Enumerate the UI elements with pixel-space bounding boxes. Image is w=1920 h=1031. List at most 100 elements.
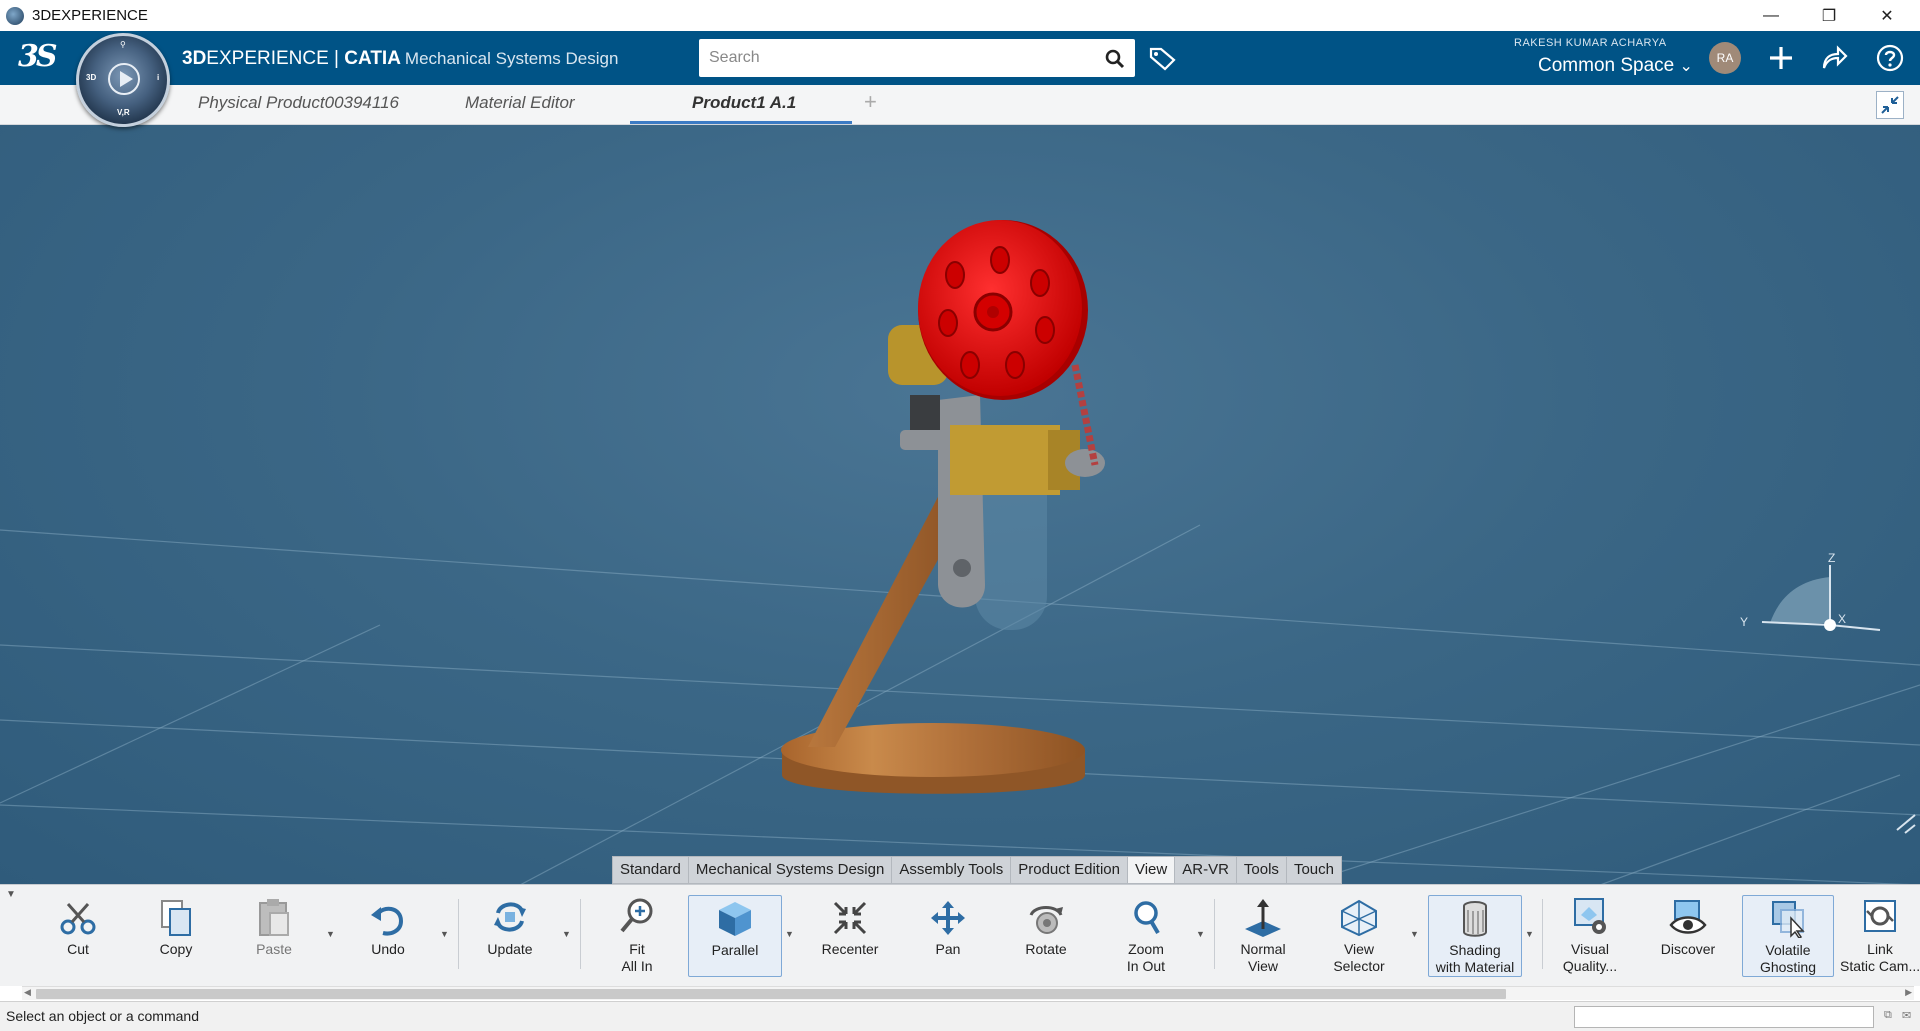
paste-icon xyxy=(259,899,289,936)
undo-icon xyxy=(371,906,404,936)
visual-quality-label-1: Visual xyxy=(1571,941,1609,957)
add-tab-button[interactable]: + xyxy=(864,89,877,115)
undo-button[interactable]: Undo xyxy=(350,895,426,977)
shading-label-2: with Material xyxy=(1435,959,1515,975)
scrollbar-thumb[interactable] xyxy=(36,989,1506,999)
normal-view-label-2: View xyxy=(1247,958,1279,974)
status-message: Select an object or a command xyxy=(6,1008,199,1024)
pan-button[interactable]: Pan xyxy=(908,895,988,977)
undo-dropdown-icon[interactable]: ▼ xyxy=(440,929,449,939)
section-tab-product-edition[interactable]: Product Edition xyxy=(1011,857,1128,883)
parallel-button[interactable]: Parallel xyxy=(688,895,782,977)
fit-label-1: Fit xyxy=(629,941,645,957)
parallel-dropdown-icon[interactable]: ▼ xyxy=(785,929,794,939)
restore-button[interactable]: ❐ xyxy=(1802,0,1856,31)
cut-button[interactable]: Cut xyxy=(40,895,116,977)
section-tab-mechanical-systems-design[interactable]: Mechanical Systems Design xyxy=(689,857,893,883)
close-button[interactable]: ✕ xyxy=(1860,0,1914,31)
ghosting-label-1: Volatile xyxy=(1765,942,1811,958)
rotate-button[interactable]: Rotate xyxy=(1006,895,1086,977)
zoom-button[interactable]: Zoom In Out xyxy=(1106,895,1186,977)
update-dropdown-icon[interactable]: ▼ xyxy=(562,929,571,939)
view-selector-dropdown-icon[interactable]: ▼ xyxy=(1410,929,1419,939)
3d-compass-widget[interactable]: ⚲ 3D i V,R xyxy=(76,33,170,127)
message-icon[interactable]: ✉ xyxy=(1902,1009,1911,1022)
play-icon[interactable] xyxy=(108,63,140,95)
zoom-label-1: Zoom xyxy=(1128,941,1164,957)
volatile-ghosting-button[interactable]: Volatile Ghosting xyxy=(1742,895,1834,977)
window-title: 3DEXPERIENCE xyxy=(32,7,148,24)
app-brand-title: 3DEXPERIENCE | CATIA Mechanical Systems D… xyxy=(182,48,618,70)
share-icon[interactable] xyxy=(1820,44,1848,72)
zoom-icon xyxy=(1134,901,1160,935)
update-button[interactable]: Update xyxy=(470,895,550,977)
brand-sub: Mechanical Systems Design xyxy=(404,49,619,68)
window-title-bar: 3DEXPERIENCE — ❐ ✕ xyxy=(0,0,1920,31)
normal-view-button[interactable]: Normal View xyxy=(1222,895,1304,977)
undo-label: Undo xyxy=(371,941,405,957)
window-mode-icon[interactable]: ⧉ xyxy=(1884,1009,1892,1022)
tab-physical-product[interactable]: Physical Product00394116 xyxy=(198,93,399,113)
help-icon[interactable] xyxy=(1876,44,1904,72)
shading-label-1: Shading xyxy=(1449,942,1501,958)
search-icon[interactable] xyxy=(1105,49,1125,69)
eye-icon xyxy=(1669,900,1707,934)
rotate-label: Rotate xyxy=(1025,941,1067,957)
axis-z-label: Z xyxy=(1828,551,1835,565)
section-tab-assembly-tools[interactable]: Assembly Tools xyxy=(892,857,1012,883)
paste-label: Paste xyxy=(256,941,292,957)
document-tab-bar: Physical Product00394116 Material Editor… xyxy=(0,85,1920,125)
cube-icon xyxy=(719,902,751,936)
3d-viewport[interactable]: Z Y X xyxy=(0,125,1920,884)
section-tab-standard[interactable]: Standard xyxy=(613,857,689,883)
paste-button[interactable]: Paste xyxy=(236,895,312,977)
app-logo-icon xyxy=(6,6,24,25)
section-tab-ar-vr[interactable]: AR-VR xyxy=(1175,857,1237,883)
recenter-button[interactable]: Recenter xyxy=(810,895,890,977)
section-tab-view[interactable]: View xyxy=(1127,857,1176,883)
dassault-logo[interactable]: 3S xyxy=(18,39,58,74)
tab-material-editor[interactable]: Material Editor xyxy=(465,93,575,113)
zoom-dropdown-icon[interactable]: ▼ xyxy=(1196,929,1205,939)
normal-view-icon xyxy=(1245,899,1281,937)
search-input[interactable] xyxy=(699,39,1079,77)
minimize-button[interactable]: — xyxy=(1744,0,1798,31)
ghosting-label-2: Ghosting xyxy=(1759,959,1817,975)
collapse-icon[interactable] xyxy=(1876,91,1904,119)
user-name: RAKESH KUMAR ACHARYA xyxy=(1514,37,1667,49)
parallel-label: Parallel xyxy=(711,942,759,958)
link-static-camera-button[interactable]: Link Static Cam... xyxy=(1840,895,1920,977)
visual-quality-button[interactable]: Visual Quality... xyxy=(1550,895,1630,977)
status-bar: Select an object or a command ⧉ ✉ xyxy=(0,1001,1920,1031)
collaborative-space-selector[interactable]: Common Space ⌄ xyxy=(1538,55,1693,77)
fit-label-2: All In xyxy=(621,958,653,974)
shading-dropdown-icon[interactable]: ▼ xyxy=(1525,929,1534,939)
platform-top-bar: 3S 3DEXPERIENCE | CATIA Mechanical System… xyxy=(0,31,1920,85)
view-selector-button[interactable]: View Selector xyxy=(1318,895,1400,977)
shading-with-material-button[interactable]: Shading with Material xyxy=(1428,895,1522,977)
copy-button[interactable]: Copy xyxy=(138,895,214,977)
section-tab-tools[interactable]: Tools xyxy=(1237,857,1287,883)
tab-product1[interactable]: Product1 A.1 xyxy=(692,93,796,113)
link-cam-label-2: Static Cam... xyxy=(1840,958,1920,974)
gold-block xyxy=(950,425,1060,495)
fit-all-in-button[interactable]: Fit All In xyxy=(600,895,674,977)
red-flywheel xyxy=(918,220,1088,400)
view-selector-icon xyxy=(1341,899,1377,937)
action-bar-scrollbar[interactable]: ◀ ▶ xyxy=(22,986,1914,1000)
scroll-right-icon[interactable]: ▶ xyxy=(1905,987,1912,998)
ghosting-icon xyxy=(1772,901,1805,938)
copy-label: Copy xyxy=(159,941,193,957)
chevron-down-icon[interactable]: ▼ xyxy=(6,889,16,900)
scroll-left-icon[interactable]: ◀ xyxy=(24,987,31,998)
tag-icon[interactable] xyxy=(1148,46,1178,72)
avatar[interactable]: RA xyxy=(1709,42,1741,74)
space-label: Common Space xyxy=(1538,55,1675,76)
section-tab-touch[interactable]: Touch xyxy=(1287,857,1341,883)
add-icon[interactable] xyxy=(1767,44,1795,72)
paste-dropdown-icon[interactable]: ▼ xyxy=(326,929,335,939)
command-input[interactable] xyxy=(1574,1006,1874,1028)
normal-view-label-1: Normal xyxy=(1240,941,1286,957)
discover-button[interactable]: Discover xyxy=(1648,895,1728,977)
axis-y-label: Y xyxy=(1740,615,1748,629)
